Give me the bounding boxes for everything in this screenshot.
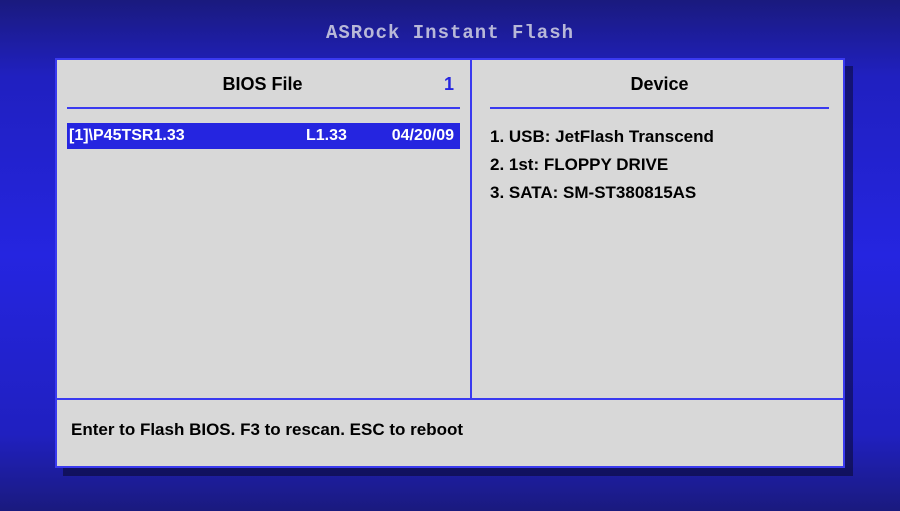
bios-file-row[interactable]: [1]\P45TSR1.33 L1.33 04/20/09 [67, 123, 460, 149]
bios-file-version: L1.33 [306, 127, 376, 145]
bios-file-panel: BIOS File 1 [1]\P45TSR1.33 L1.33 04/20/0… [57, 60, 472, 398]
bios-file-name: [1]\P45TSR1.33 [69, 127, 306, 145]
footer-instructions: Enter to Flash BIOS. F3 to rescan. ESC t… [57, 400, 843, 440]
device-panel: Device 1. USB: JetFlash Transcend 2. 1st… [472, 60, 843, 398]
main-frame: BIOS File 1 [1]\P45TSR1.33 L1.33 04/20/0… [55, 58, 845, 468]
device-item: 1. USB: JetFlash Transcend [490, 123, 829, 151]
upper-panels: BIOS File 1 [1]\P45TSR1.33 L1.33 04/20/0… [57, 60, 843, 400]
device-item: 2. 1st: FLOPPY DRIVE [490, 151, 829, 179]
bios-file-header-label: BIOS File [101, 74, 424, 95]
bios-file-header: BIOS File 1 [67, 74, 460, 109]
bios-file-date: 04/20/09 [376, 127, 454, 145]
device-item: 3. SATA: SM-ST380815AS [490, 179, 829, 207]
device-list: 1. USB: JetFlash Transcend 2. 1st: FLOPP… [490, 123, 829, 207]
device-header-label: Device [490, 74, 829, 109]
bios-file-count: 1 [424, 74, 454, 95]
page-title: ASRock Instant Flash [0, 0, 900, 44]
